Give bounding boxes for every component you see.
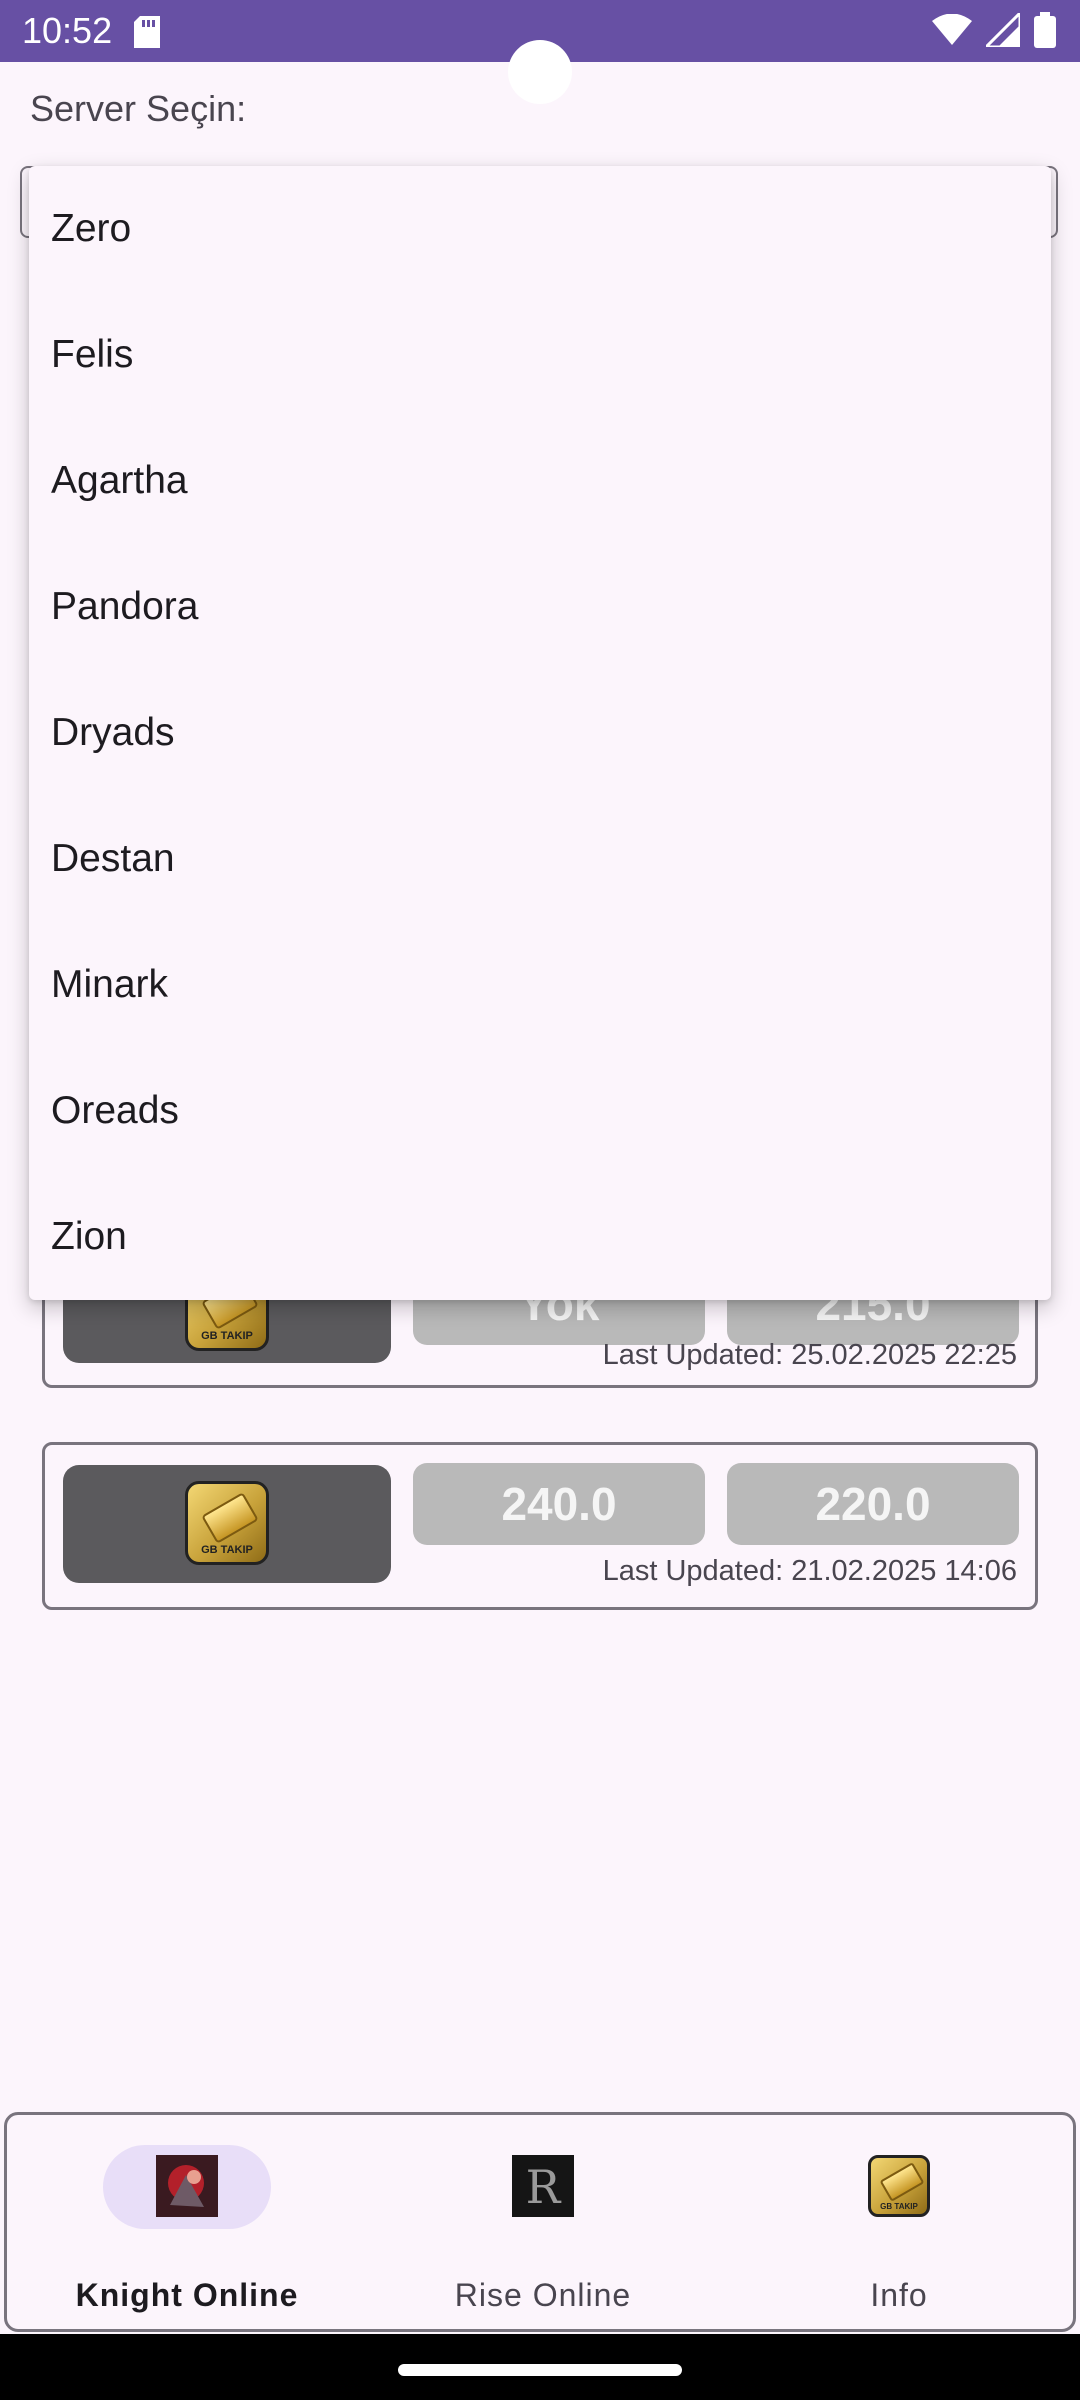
dropdown-option-agartha[interactable]: Agartha: [29, 418, 1051, 544]
signal-icon: [986, 13, 1020, 47]
last-updated-text: Last Updated: 25.02.2025 22:25: [602, 1339, 1017, 1371]
dropdown-option-dryads[interactable]: Dryads: [29, 670, 1051, 796]
dropdown-option-destan[interactable]: Destan: [29, 796, 1051, 922]
battery-icon: [1034, 12, 1056, 48]
server-label: Server Seçin:: [30, 88, 247, 129]
sd-card-icon: [134, 16, 160, 48]
nav-label: Rise Online: [454, 2277, 632, 2313]
server-dropdown-menu: Zero Felis Agartha Pandora Dryads Destan…: [29, 166, 1051, 1300]
nav-item-rise-online[interactable]: R Rise Online: [365, 2115, 721, 2329]
dropdown-option-zion[interactable]: Zion: [29, 1174, 1051, 1300]
system-gesture-bar: [0, 2334, 1080, 2400]
dropdown-option-pandora[interactable]: Pandora: [29, 544, 1051, 670]
status-time: 10:52: [22, 10, 113, 51]
svg-text:R: R: [526, 2160, 562, 2214]
bottom-navigation: Knight Online R Rise Online GB TAKIP Inf…: [4, 2112, 1076, 2332]
gold-bar-icon: GB TAKIP: [185, 1481, 269, 1565]
dropdown-option-zero[interactable]: Zero: [29, 166, 1051, 292]
last-updated-text: Last Updated: 21.02.2025 14:06: [602, 1555, 1017, 1587]
dropdown-option-minark[interactable]: Minark: [29, 922, 1051, 1048]
wifi-icon: [932, 14, 972, 45]
info-logo-text: GB TAKIP: [880, 2202, 918, 2211]
card-logo-area: GB TAKIP: [63, 1465, 391, 1583]
nav-label: Info: [870, 2277, 928, 2313]
buy-price-button[interactable]: 240.0: [413, 1463, 705, 1545]
nav-item-knight-online[interactable]: Knight Online: [9, 2115, 365, 2329]
sell-price-button[interactable]: 220.0: [727, 1463, 1019, 1545]
knight-online-icon: [156, 2155, 218, 2217]
dropdown-option-felis[interactable]: Felis: [29, 292, 1051, 418]
camera-cutout: [508, 40, 572, 104]
price-card: GB TAKIP 240.0 220.0 Last Updated: 21.02…: [42, 1442, 1038, 1610]
home-gesture-handle[interactable]: [398, 2364, 682, 2376]
nav-label: Knight Online: [75, 2277, 299, 2313]
rise-online-icon: R: [512, 2155, 574, 2217]
dropdown-option-oreads[interactable]: Oreads: [29, 1048, 1051, 1174]
gold-info-icon: GB TAKIP: [868, 2155, 930, 2217]
nav-item-info[interactable]: GB TAKIP Info: [721, 2115, 1077, 2329]
